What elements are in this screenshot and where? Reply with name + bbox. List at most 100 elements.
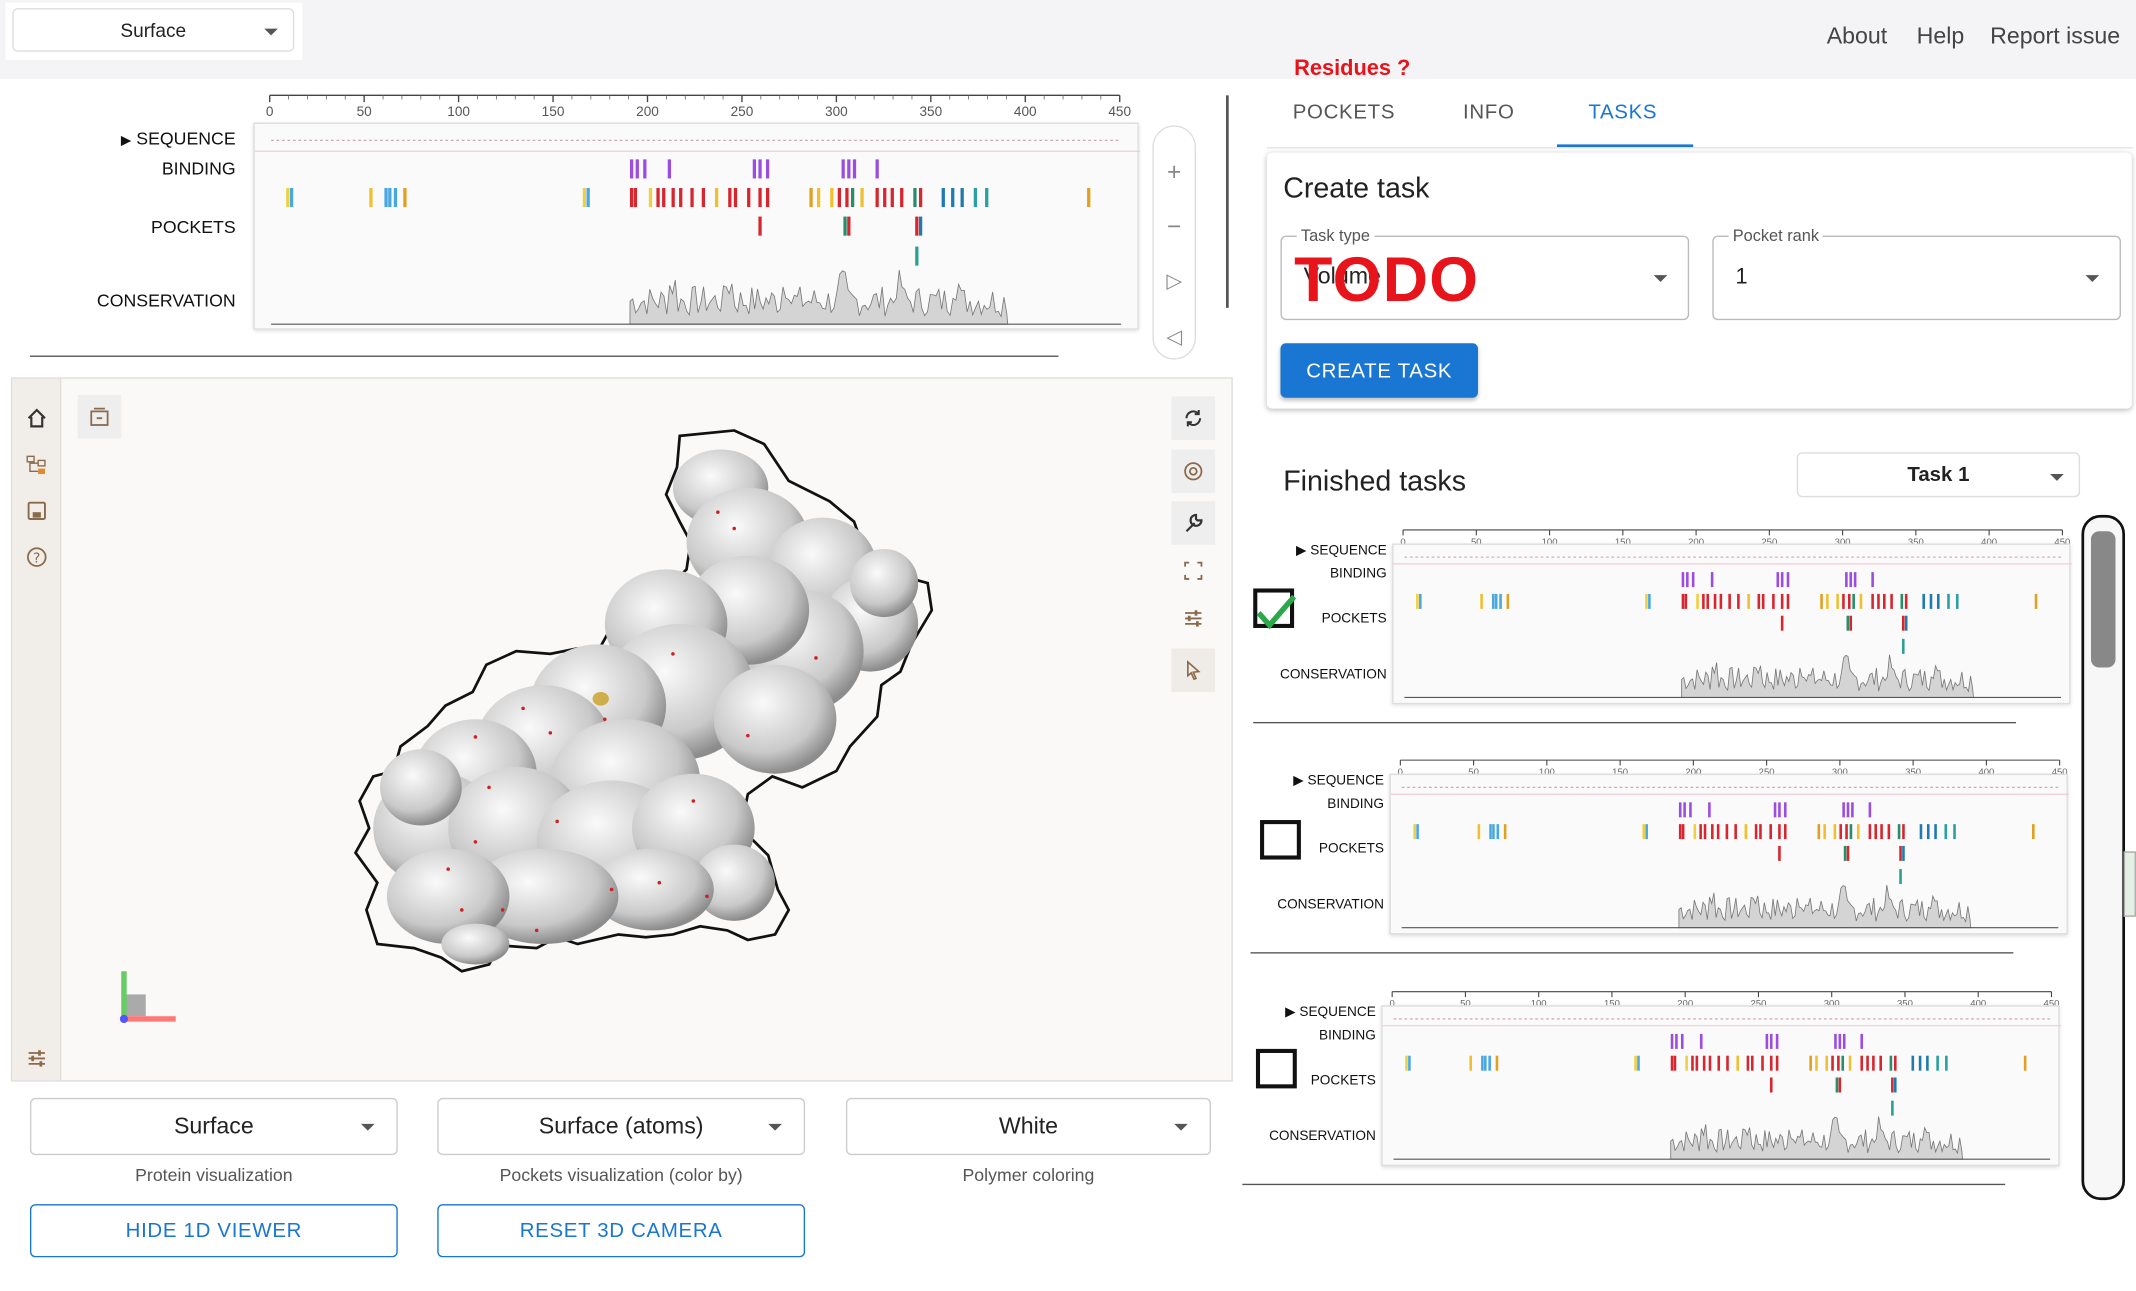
pocket-mark[interactable] bbox=[1673, 1055, 1677, 1071]
pocket-mark[interactable] bbox=[1480, 593, 1483, 609]
pocket-mark[interactable] bbox=[1838, 1077, 1842, 1093]
pocket-mark[interactable] bbox=[1492, 824, 1495, 840]
spin-icon[interactable] bbox=[1171, 396, 1216, 440]
pocket-mark[interactable] bbox=[679, 187, 683, 208]
viewer-3d[interactable]: ? bbox=[10, 377, 1233, 1082]
binding-mark[interactable] bbox=[1675, 1033, 1678, 1049]
pocket-mark[interactable] bbox=[1494, 593, 1498, 609]
binding-mark[interactable] bbox=[1783, 802, 1787, 818]
pocket-mark[interactable] bbox=[1836, 593, 1839, 609]
pocket-mark[interactable] bbox=[1904, 615, 1908, 631]
pocket-mark[interactable] bbox=[1837, 1055, 1840, 1071]
pocket-mark[interactable] bbox=[1716, 824, 1720, 840]
pocket-mark[interactable] bbox=[1919, 824, 1923, 840]
pocket-mark[interactable] bbox=[1852, 593, 1855, 609]
pocket-rank-select[interactable]: 1 bbox=[1712, 235, 2121, 321]
help-icon[interactable]: ? bbox=[15, 537, 59, 578]
save-icon[interactable] bbox=[15, 490, 59, 531]
binding-mark[interactable] bbox=[1846, 802, 1850, 818]
pocket-mark[interactable] bbox=[900, 187, 904, 208]
settings-sliders-icon[interactable] bbox=[15, 1038, 59, 1079]
pocket-mark[interactable] bbox=[1702, 1055, 1706, 1071]
scrollbar[interactable] bbox=[2081, 514, 2126, 1201]
pocket-mark[interactable] bbox=[1769, 824, 1772, 840]
polymer-coloring-select[interactable]: White bbox=[845, 1097, 1211, 1156]
nav-report-issue[interactable]: Report issue bbox=[1990, 23, 2120, 50]
pocket-mark[interactable] bbox=[1413, 824, 1416, 840]
tab-info[interactable]: INFO bbox=[1463, 101, 1515, 124]
pocket-mark[interactable] bbox=[1783, 824, 1787, 840]
pocket-mark[interactable] bbox=[1839, 824, 1843, 840]
row-label-sequence[interactable]: ▶ SEQUENCE bbox=[54, 128, 236, 148]
task-checkbox-3[interactable] bbox=[1255, 1048, 1297, 1089]
pocket-mark[interactable] bbox=[586, 187, 590, 208]
binding-mark[interactable] bbox=[1842, 1033, 1846, 1049]
pocket-mark[interactable] bbox=[1866, 1055, 1869, 1071]
binding-mark[interactable] bbox=[1699, 1033, 1703, 1049]
pocket-mark[interactable] bbox=[1859, 593, 1863, 609]
pocket-mark[interactable] bbox=[809, 187, 813, 208]
pocket-mark[interactable] bbox=[1911, 1055, 1915, 1071]
pocket-mark[interactable] bbox=[1780, 593, 1784, 609]
pocket-mark[interactable] bbox=[1681, 824, 1685, 840]
pocket-mark[interactable] bbox=[1817, 824, 1821, 840]
pocket-mark[interactable] bbox=[1746, 1055, 1750, 1071]
pocket-mark[interactable] bbox=[890, 187, 894, 208]
binding-mark[interactable] bbox=[629, 159, 634, 179]
pocket-mark[interactable] bbox=[1890, 593, 1893, 609]
pocket-mark[interactable] bbox=[1929, 593, 1933, 609]
pocket-mark[interactable] bbox=[1495, 1055, 1499, 1071]
pocket-mark[interactable] bbox=[1893, 1055, 1897, 1071]
pocket-mark[interactable] bbox=[1786, 593, 1790, 609]
pocket-mark[interactable] bbox=[728, 187, 732, 208]
binding-mark[interactable] bbox=[1778, 802, 1781, 818]
pocket-mark[interactable] bbox=[1904, 593, 1908, 609]
pocket-mark[interactable] bbox=[629, 187, 634, 208]
pocket-mark[interactable] bbox=[918, 216, 923, 236]
binding-mark[interactable] bbox=[1769, 1033, 1773, 1049]
pocket-mark[interactable] bbox=[1833, 824, 1837, 840]
pocket-mark[interactable] bbox=[1489, 824, 1492, 840]
settings-icon[interactable] bbox=[1171, 597, 1215, 641]
binding-mark[interactable] bbox=[1680, 1033, 1684, 1049]
pocket-mark[interactable] bbox=[1874, 824, 1878, 840]
pocket-mark[interactable] bbox=[1880, 824, 1883, 840]
pocket-mark[interactable] bbox=[1809, 1055, 1812, 1071]
pocket-mark[interactable] bbox=[1717, 1055, 1721, 1071]
pocket-mark[interactable] bbox=[1769, 1077, 1773, 1093]
pocket-mark[interactable] bbox=[1823, 824, 1826, 840]
pocket-mark[interactable] bbox=[671, 187, 675, 208]
pocket-mark[interactable] bbox=[1820, 593, 1823, 609]
pocket-mark[interactable] bbox=[1891, 1100, 1894, 1116]
pocket-mark[interactable] bbox=[1702, 593, 1705, 609]
pocket-mark[interactable] bbox=[733, 187, 738, 208]
pocket-mark[interactable] bbox=[1761, 1055, 1764, 1071]
binding-mark[interactable] bbox=[875, 159, 879, 179]
zoom-out-icon[interactable]: − bbox=[1159, 211, 1189, 241]
pocket-mark[interactable] bbox=[1642, 824, 1646, 840]
binding-mark[interactable] bbox=[635, 159, 639, 179]
binding-mark[interactable] bbox=[1775, 1033, 1779, 1049]
binding-mark[interactable] bbox=[765, 159, 770, 179]
pocket-mark[interactable] bbox=[1944, 824, 1948, 840]
pocket-mark[interactable] bbox=[1891, 1077, 1894, 1093]
pocket-mark[interactable] bbox=[1780, 615, 1784, 631]
binding-mark[interactable] bbox=[1849, 572, 1853, 588]
pocket-mark[interactable] bbox=[985, 187, 989, 208]
pocket-mark[interactable] bbox=[918, 187, 923, 208]
pocket-mark[interactable] bbox=[1849, 615, 1853, 631]
home-icon[interactable] bbox=[15, 398, 59, 439]
pocket-mark[interactable] bbox=[403, 187, 407, 208]
pocket-mark[interactable] bbox=[850, 187, 855, 208]
binding-mark[interactable] bbox=[1786, 572, 1790, 588]
pocket-mark[interactable] bbox=[1953, 824, 1956, 840]
pocket-mark[interactable] bbox=[1757, 593, 1761, 609]
pocket-mark[interactable] bbox=[1772, 593, 1775, 609]
pocket-mark[interactable] bbox=[1637, 1055, 1640, 1071]
tab-tasks[interactable]: TASKS bbox=[1588, 101, 1657, 124]
pocket-mark[interactable] bbox=[1815, 1055, 1818, 1071]
pocket-mark[interactable] bbox=[1699, 824, 1702, 840]
pocket-mark[interactable] bbox=[388, 187, 392, 208]
binding-mark[interactable] bbox=[1689, 802, 1692, 818]
pocket-mark[interactable] bbox=[758, 187, 762, 208]
